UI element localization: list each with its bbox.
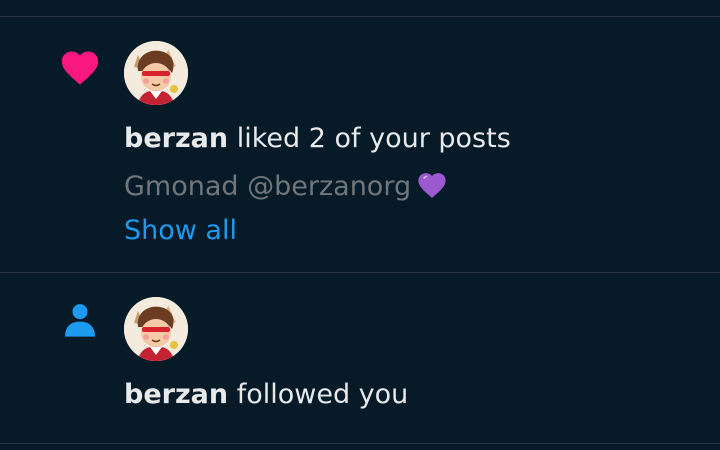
show-all-label[interactable]: Show all [124, 215, 237, 246]
avatar[interactable] [124, 41, 188, 105]
person-icon [56, 296, 104, 344]
username-link[interactable]: berzan [124, 379, 228, 410]
bottom-divider [0, 443, 720, 444]
notification-like[interactable]: berzan liked 2 of your posts Gmonad @ber… [0, 17, 720, 272]
quoted-post-text[interactable]: Gmonad @berzanorg [124, 169, 449, 208]
heart-icon [56, 42, 104, 90]
username-link[interactable]: berzan [124, 123, 228, 154]
show-all-link[interactable]: Show all [124, 214, 237, 248]
purple-heart-icon [415, 169, 449, 208]
action-text: followed you [228, 379, 409, 410]
avatar[interactable] [124, 297, 188, 361]
notification-text: berzan liked 2 of your posts [124, 122, 511, 156]
quoted-post-author: Gmonad @berzanorg [124, 171, 412, 202]
notification-follow[interactable]: berzan followed you [0, 273, 720, 443]
notification-text: berzan followed you [124, 378, 408, 412]
action-text: liked 2 of your posts [228, 123, 511, 154]
